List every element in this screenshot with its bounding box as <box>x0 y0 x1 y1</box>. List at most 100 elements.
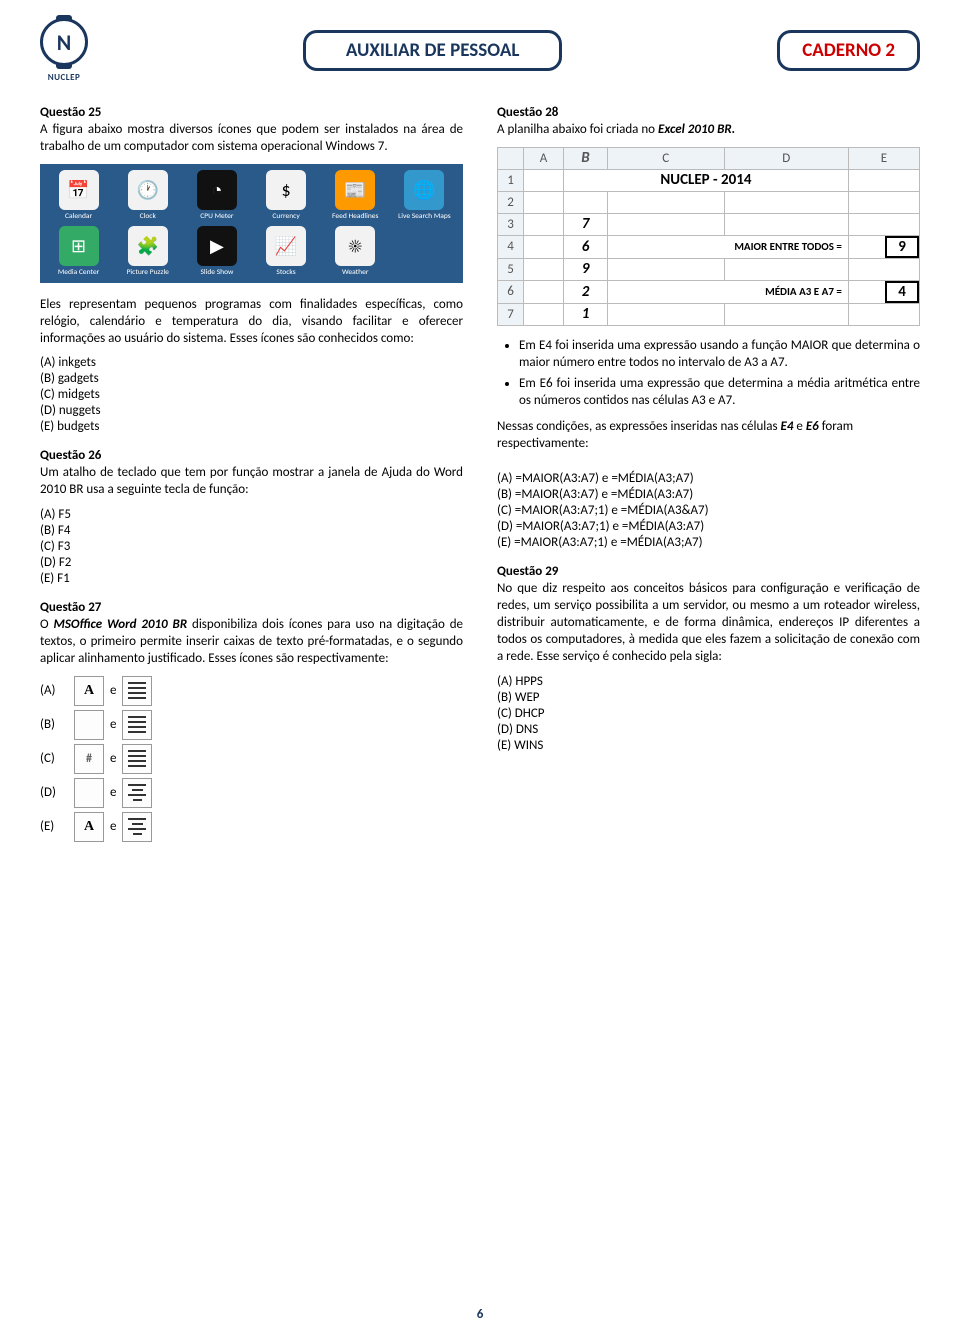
q28-options: (A) =MAIOR(A3:A7) e =MÉDIA(A3;A7) (B) =M… <box>497 471 920 550</box>
q27-sep: e <box>110 683 116 698</box>
sheet-cell: 7 <box>564 213 608 235</box>
gadget-label: Feed Headlines <box>332 213 378 221</box>
q29-title: Questão 29 <box>497 564 920 579</box>
sheet-row-header: 5 <box>498 258 524 280</box>
q28-text: A planilha abaixo foi criada no Excel 20… <box>497 122 920 139</box>
sheet-row-header: 1 <box>498 169 524 191</box>
q28-e4: E4 <box>781 419 794 434</box>
gadget-media: ⊞Media Center <box>44 226 113 277</box>
sheet-col-header: D <box>724 147 848 169</box>
quickparts-icon <box>74 710 104 740</box>
logo: N NUCLEP <box>40 18 88 83</box>
q27-opt-label: (B) <box>40 717 68 732</box>
quickparts-icon <box>74 778 104 808</box>
q27-text: O MSOffice Word 2010 BR disponibiliza do… <box>40 617 463 668</box>
currency-icon: $ <box>266 170 306 210</box>
sheet-col-header: B <box>564 147 608 169</box>
q26-option: (B) F4 <box>40 523 463 538</box>
question-28: Questão 28 A planilha abaixo foi criada … <box>497 105 920 550</box>
stocks-icon: 📈 <box>266 226 306 266</box>
q25-text2: Eles representam pequenos programas com … <box>40 297 463 348</box>
q27-sep: e <box>110 751 116 766</box>
q29-option: (D) DNS <box>497 722 920 737</box>
q29-options: (A) HPPS (B) WEP (C) DHCP (D) DNS (E) WI… <box>497 674 920 753</box>
q26-options: (A) F5 (B) F4 (C) F3 (D) F2 (E) F1 <box>40 507 463 586</box>
clock-icon: 🕐 <box>128 170 168 210</box>
q25-options: (A) inkgets (B) gadgets (C) midgets (D) … <box>40 355 463 434</box>
right-column: Questão 28 A planilha abaixo foi criada … <box>497 105 920 856</box>
gadget-cpumeter: ◔CPU Meter <box>182 170 251 221</box>
booklet-label: CADERNO 2 <box>777 30 920 71</box>
q28-option: (C) =MAIOR(A3:A7;1) e =MÉDIA(A3&A7) <box>497 503 920 518</box>
sheet-col-header: C <box>608 147 725 169</box>
textbox-icon <box>74 676 104 706</box>
puzzle-icon: 🧩 <box>128 226 168 266</box>
sheet-row-header: 4 <box>498 235 524 258</box>
question-29: Questão 29 No que diz respeito aos conce… <box>497 564 920 752</box>
sheet-cell: 6 <box>564 235 608 258</box>
gadget-label: Picture Puzzle <box>127 269 169 277</box>
q29-option: (C) DHCP <box>497 706 920 721</box>
q28-bold: Excel 2010 BR. <box>658 122 735 137</box>
q25-option: (E) budgets <box>40 419 463 434</box>
q28-option: (D) =MAIOR(A3:A7;1) e =MÉDIA(A3:A7) <box>497 519 920 534</box>
sheet-row-header: 2 <box>498 191 524 213</box>
q26-option: (A) F5 <box>40 507 463 522</box>
q25-title: Questão 25 <box>40 105 463 120</box>
q25-text: A figura abaixo mostra diversos ícones q… <box>40 122 463 156</box>
gadget-label: Calendar <box>65 213 92 221</box>
feed-icon: 📰 <box>335 170 375 210</box>
maps-icon: 🌐 <box>404 170 444 210</box>
gadget-feed: 📰 Feed Headlines <box>321 170 390 221</box>
q27-option-d: (D) e <box>40 778 463 808</box>
q27-option-a: (A) e <box>40 676 463 706</box>
sheet-row-header: 3 <box>498 213 524 235</box>
q28-title: Questão 28 <box>497 105 920 120</box>
sheet-title: NUCLEP - 2014 <box>564 169 849 191</box>
sheet-cell: 2 <box>564 280 608 303</box>
q27-bold: MSOffice Word 2010 BR <box>53 617 187 632</box>
sheet-label: MAIOR ENTRE TODOS = <box>608 235 849 258</box>
q25-option: (B) gadgets <box>40 371 463 386</box>
align-center-icon <box>122 778 152 808</box>
q29-text: No que diz respeito aos conceitos básico… <box>497 581 920 665</box>
q27-opt-label: (E) <box>40 819 68 834</box>
q28-t2-mid: e <box>793 419 805 434</box>
q28-t2-pre: Nessas condições, as expressões inserida… <box>497 419 781 434</box>
calendar-icon: 📅 <box>59 170 99 210</box>
logo-icon: N <box>40 18 88 66</box>
gadget-label: Stocks <box>276 269 295 277</box>
media-center-icon: ⊞ <box>59 226 99 266</box>
gadget-weather: ☀Weather <box>321 226 390 277</box>
gadget-panel: 📅 Calendar 🕐 Clock ◔CPU Meter $ Currency 📰 F… <box>40 164 463 283</box>
q27-pre: O <box>40 617 53 632</box>
q29-option: (B) WEP <box>497 690 920 705</box>
sheet-corner <box>498 147 524 169</box>
q27-sep: e <box>110 717 116 732</box>
gadget-maps: 🌐Live Search Maps <box>390 170 459 221</box>
slideshow-icon: ▶ <box>197 226 237 266</box>
page-number: 6 <box>477 1307 484 1322</box>
pagenumber-icon <box>74 744 104 774</box>
q29-option: (A) HPPS <box>497 674 920 689</box>
page-body: Questão 25 A figura abaixo mostra divers… <box>40 105 920 856</box>
q28-option: (E) =MAIOR(A3:A7;1) e =MÉDIA(A3;A7) <box>497 535 920 550</box>
q26-option: (C) F3 <box>40 539 463 554</box>
page-header: N NUCLEP AUXILIAR DE PESSOAL CADERNO 2 <box>40 18 920 83</box>
q28-bullets: Em E4 foi inserida uma expressão usando … <box>497 338 920 410</box>
question-27: Questão 27 O MSOffice Word 2010 BR dispo… <box>40 600 463 842</box>
q27-sep: e <box>110 819 116 834</box>
weather-icon: ☀ <box>335 226 375 266</box>
q28-text2: Nessas condições, as expressões inserida… <box>497 419 920 453</box>
gadget-label: Currency <box>272 213 299 221</box>
sheet-label: MÉDIA A3 E A7 = <box>608 280 849 303</box>
sheet-row-header: 7 <box>498 303 524 325</box>
q28-option: (A) =MAIOR(A3:A7) e =MÉDIA(A3;A7) <box>497 471 920 486</box>
gadget-label: Clock <box>140 213 156 221</box>
gadget-label: Slide Show <box>200 269 233 277</box>
q25-option: (D) nuggets <box>40 403 463 418</box>
q27-title: Questão 27 <box>40 600 463 615</box>
sheet-col-header: E <box>848 147 919 169</box>
gadget-puzzle: 🧩 Picture Puzzle <box>113 226 182 277</box>
q27-opt-label: (D) <box>40 785 68 800</box>
